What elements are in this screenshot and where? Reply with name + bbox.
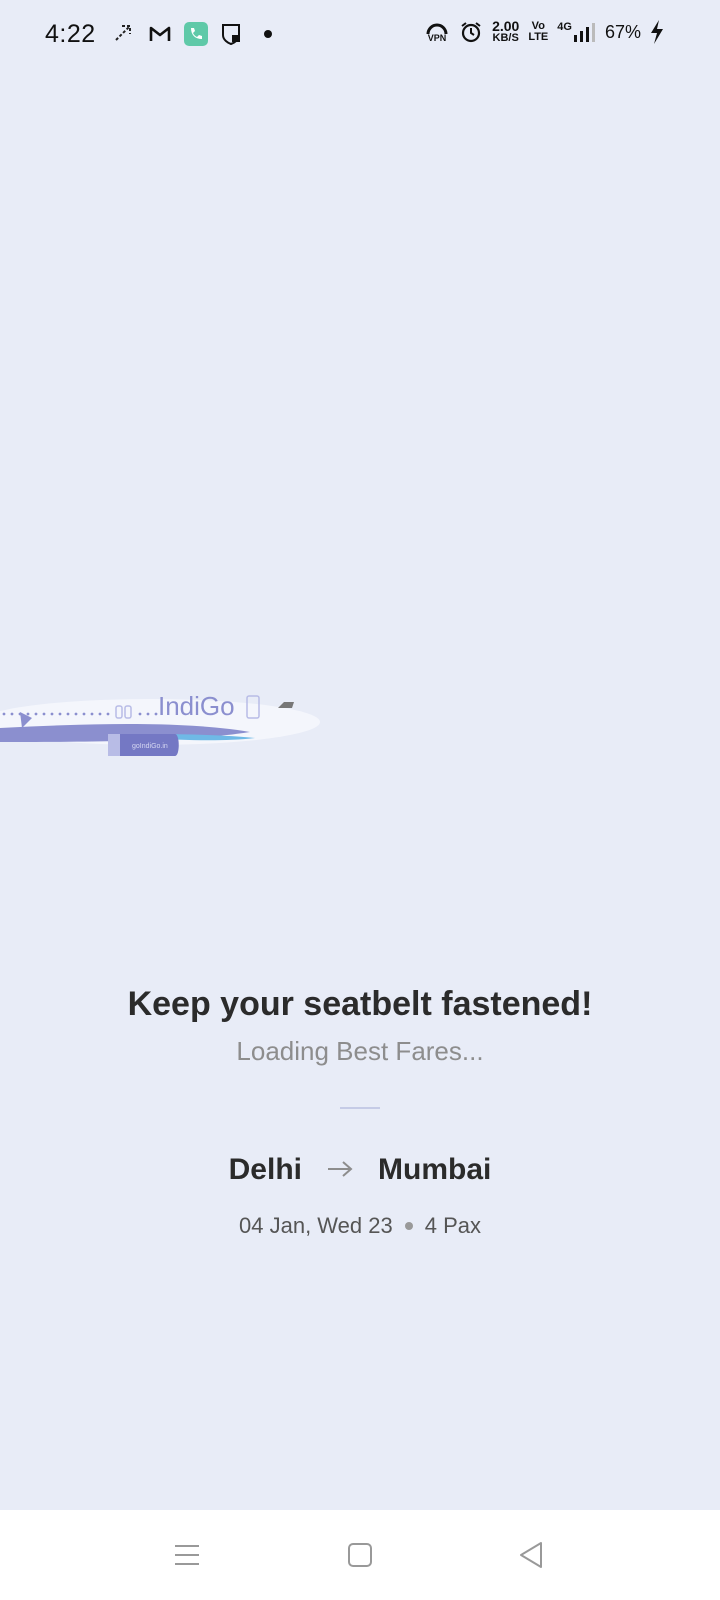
passenger-count: 4 Pax [424, 1213, 481, 1238]
loading-subline: Loading Best Fares... [236, 1036, 484, 1066]
loading-panel: Keep your seatbelt fastened! Loading Bes… [0, 985, 720, 1239]
notification-icons [112, 22, 280, 46]
phone-app-icon [184, 22, 208, 46]
missed-call-icon [112, 22, 136, 46]
volte-icon: Vo LTE [528, 20, 549, 43]
vpn-icon: VPN [424, 20, 450, 44]
destination-city: Mumbai [378, 1153, 492, 1186]
alarm-icon [459, 20, 483, 44]
airline-logo: IndiGo [158, 691, 235, 721]
notification-dot-icon [256, 22, 280, 46]
system-icons: VPN 2.00 KB/S Vo LTE 4G 67% [424, 18, 664, 44]
trip-meta: 04 Jan, Wed 23 4 Pax [0, 1213, 720, 1239]
back-button[interactable] [514, 1538, 548, 1572]
battery-level: 67% [604, 21, 641, 42]
airplane-illustration: IndiGo goIndiGo.in [0, 690, 330, 770]
recents-button[interactable] [170, 1538, 204, 1572]
home-button[interactable] [343, 1538, 377, 1572]
separator-dot-icon [404, 1222, 413, 1230]
network-speed: 2.00 KB/S [492, 18, 520, 44]
shield-icon [220, 22, 244, 46]
loading-headline: Keep your seatbelt fastened! [127, 985, 593, 1023]
arrow-right-icon [326, 1153, 354, 1187]
gmail-icon [148, 22, 172, 46]
engine-text: goIndiGo.in [132, 743, 168, 750]
travel-date: 04 Jan, Wed 23 [239, 1213, 393, 1238]
status-bar: 4:22 VPN 2.00 KB/S Vo LTE 4G 67% [0, 0, 720, 72]
route: Delhi Mumbai [0, 1153, 720, 1187]
system-nav-bar [0, 1510, 720, 1600]
divider [340, 1107, 380, 1109]
signal-icon: 4G [557, 22, 596, 42]
status-time: 4:22 [45, 20, 96, 48]
charging-icon [650, 20, 664, 44]
origin-city: Delhi [228, 1153, 302, 1186]
